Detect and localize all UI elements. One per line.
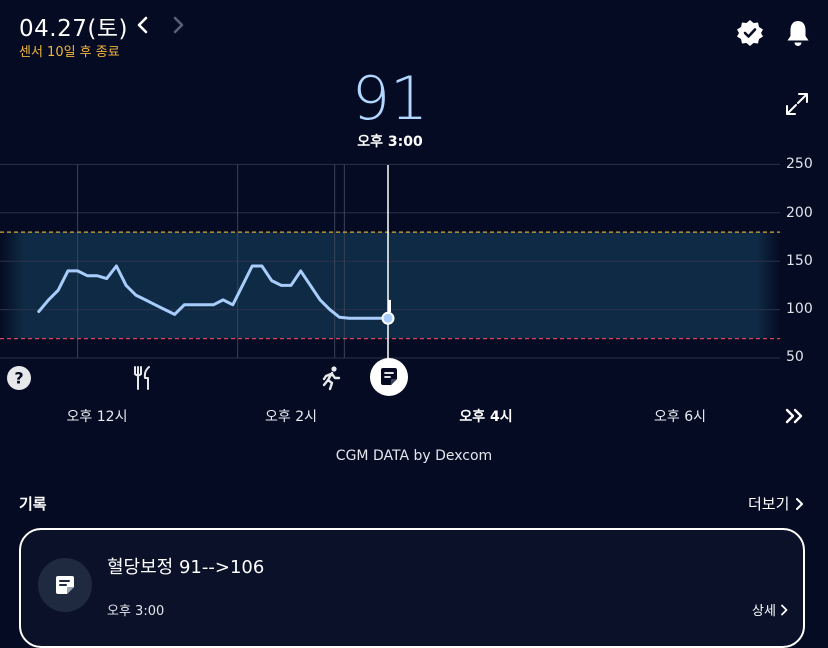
record-time: 오후 3:00 (107, 604, 165, 619)
data-point (212, 303, 215, 306)
data-point (367, 317, 370, 320)
detail-label: 상세 (752, 604, 776, 619)
expand-icon (786, 93, 808, 115)
data-point (124, 284, 128, 287)
x-tick-label: 오후 4시 (459, 409, 513, 425)
data-source-label: CGM DATA by Dexcom (335, 448, 493, 464)
y-tick-label: 100 (786, 301, 813, 317)
data-point (95, 274, 99, 277)
data-point (76, 269, 79, 273)
chevron-left-icon (137, 16, 148, 34)
data-point (163, 308, 167, 311)
chevron-right-icon (173, 16, 184, 34)
data-point (202, 303, 205, 306)
y-tick-label: 150 (786, 253, 813, 269)
record-title: 혈당보정 91-->106 (107, 557, 265, 578)
next-day-button[interactable] (166, 12, 192, 38)
records-heading: 기록 (19, 495, 47, 513)
data-point (299, 269, 302, 273)
data-point (134, 293, 137, 297)
current-glucose-value: 91 (351, 64, 429, 134)
data-point (280, 284, 283, 287)
data-point (105, 277, 108, 280)
data-point (173, 313, 176, 316)
date-title: 04.27(토) (19, 16, 128, 42)
question-icon: ? (7, 366, 31, 390)
data-point (309, 284, 312, 287)
data-point (47, 298, 50, 302)
x-tick-label: 오후 12시 (66, 409, 128, 425)
fork-knife-icon (134, 366, 150, 390)
data-point (66, 269, 70, 273)
bell-icon (787, 21, 809, 46)
unknown-event-button[interactable]: ? (6, 365, 32, 391)
data-point (154, 303, 157, 306)
verified-button[interactable] (735, 18, 765, 48)
data-point (37, 310, 40, 313)
fullscreen-button[interactable] (784, 91, 810, 117)
note-icon (56, 576, 74, 594)
running-person-icon (322, 366, 341, 391)
data-point (221, 298, 225, 302)
exercise-event-button[interactable] (318, 365, 344, 391)
chevron-right-icon (796, 497, 804, 510)
jump-to-now-button[interactable] (783, 406, 805, 426)
data-point (377, 317, 380, 320)
data-point (270, 279, 273, 282)
calibration-marker (388, 299, 391, 313)
data-point (231, 303, 234, 306)
data-point (289, 284, 293, 287)
data-point (251, 264, 254, 268)
data-point (144, 298, 147, 302)
record-detail-link[interactable]: 상세 (752, 600, 789, 619)
data-point (57, 289, 60, 292)
data-point (183, 303, 186, 306)
data-point (328, 308, 331, 311)
data-point (348, 317, 351, 320)
data-point (86, 274, 89, 277)
note-icon (381, 368, 397, 385)
sensor-notice: 센서 10일 후 종료 (19, 45, 120, 60)
data-point (318, 298, 322, 302)
current-reading-time: 오후 3:00 (357, 134, 423, 150)
verified-badge-icon (737, 20, 763, 46)
data-point (386, 317, 390, 320)
chevron-right-icon (781, 604, 788, 615)
data-point (241, 284, 244, 287)
x-tick-label: 오후 6시 (654, 409, 706, 425)
data-point (260, 264, 264, 268)
note-event-button[interactable] (370, 358, 408, 396)
notifications-button[interactable] (783, 18, 813, 48)
y-tick-label: 250 (786, 156, 813, 172)
data-point (115, 264, 118, 268)
record-icon-circle (38, 558, 92, 612)
records-more-link[interactable]: 더보기 (748, 493, 805, 514)
prev-day-button[interactable] (129, 12, 155, 38)
double-chevron-right-icon (785, 408, 803, 424)
svg-text:?: ? (14, 369, 23, 388)
x-tick-label: 오후 2시 (265, 409, 317, 425)
y-tick-label: 50 (786, 349, 804, 365)
meal-event-button[interactable] (130, 365, 156, 391)
more-label: 더보기 (748, 495, 790, 513)
record-card[interactable] (19, 528, 805, 648)
data-point (357, 317, 361, 320)
data-point (192, 303, 196, 306)
data-point (338, 316, 341, 319)
y-tick-label: 200 (786, 205, 813, 221)
